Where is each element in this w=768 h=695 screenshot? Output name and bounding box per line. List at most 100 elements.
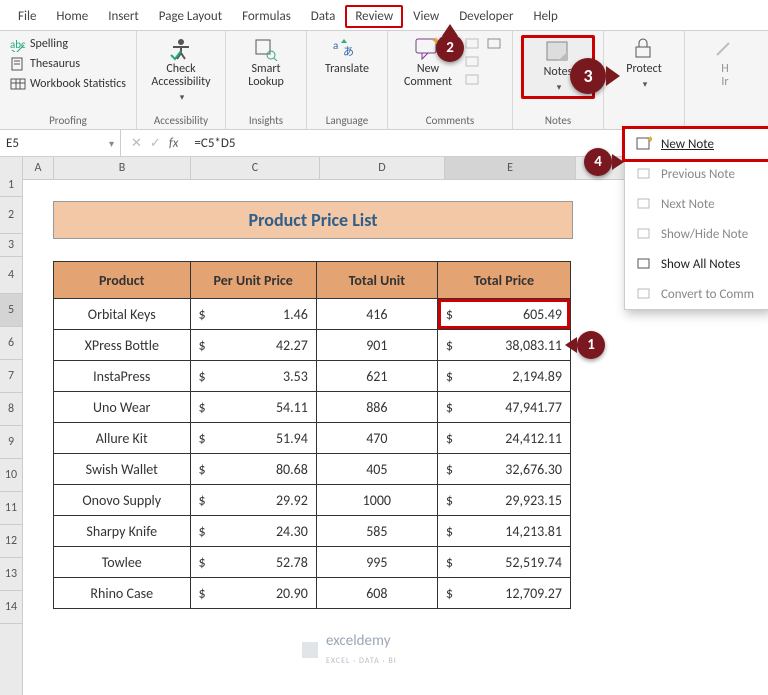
tab-home[interactable]: Home: [46, 5, 98, 28]
workbook-stats-button[interactable]: Workbook Statistics: [8, 75, 128, 93]
cell-total-unit[interactable]: 608: [316, 578, 437, 609]
cell-per-unit[interactable]: $29.92: [190, 485, 316, 516]
cell-total-unit[interactable]: 886: [316, 392, 437, 423]
next-comment-icon[interactable]: [464, 73, 480, 89]
group-accessibility: Check Accessibility Accessibility: [137, 31, 226, 129]
cell-total-unit[interactable]: 1000: [316, 485, 437, 516]
protect-button[interactable]: Protect: [612, 35, 676, 91]
translate-button[interactable]: aあ Translate: [315, 35, 379, 76]
cell-total-price[interactable]: $2,194.89: [437, 361, 570, 392]
title-cell[interactable]: Product Price List: [53, 201, 573, 239]
cell-per-unit[interactable]: $51.94: [190, 423, 316, 454]
show-comments-icon[interactable]: [486, 37, 502, 53]
cancel-icon[interactable]: ✕: [131, 136, 142, 151]
prev-comment-icon[interactable]: [464, 55, 480, 71]
col-E[interactable]: E: [445, 157, 576, 179]
cell-product[interactable]: Swish Wallet: [54, 454, 191, 485]
delete-comment-icon[interactable]: [464, 37, 480, 53]
new-comment-label: New Comment: [404, 63, 452, 89]
row-10[interactable]: 10: [0, 459, 22, 492]
cell-total-unit[interactable]: 585: [316, 516, 437, 547]
cell-per-unit[interactable]: $80.68: [190, 454, 316, 485]
cell-per-unit[interactable]: $24.30: [190, 516, 316, 547]
tab-data[interactable]: Data: [301, 5, 346, 28]
tab-formulas[interactable]: Formulas: [232, 5, 301, 28]
col-B[interactable]: B: [54, 157, 191, 179]
enter-icon[interactable]: ✓: [150, 136, 161, 151]
tab-page-layout[interactable]: Page Layout: [149, 5, 232, 28]
header-total-price[interactable]: Total Price: [437, 262, 570, 299]
cell-total-price[interactable]: $38,083.11: [437, 330, 570, 361]
translate-icon: aあ: [332, 37, 362, 61]
cell-product[interactable]: Allure Kit: [54, 423, 191, 454]
table-row: Towlee$52.78995$52,519.74: [54, 547, 571, 578]
header-product[interactable]: Product: [54, 262, 191, 299]
col-C[interactable]: C: [191, 157, 320, 179]
col-A[interactable]: A: [23, 157, 54, 179]
cell-total-unit[interactable]: 470: [316, 423, 437, 454]
protect-icon: [629, 37, 659, 61]
table-row: XPress Bottle$42.27901$38,083.11: [54, 330, 571, 361]
row-8[interactable]: 8: [0, 393, 22, 426]
overflow-button[interactable]: HIr: [693, 35, 757, 89]
cell-per-unit[interactable]: $3.53: [190, 361, 316, 392]
tab-file[interactable]: File: [8, 5, 46, 28]
name-box[interactable]: E5: [0, 130, 121, 156]
header-total-unit[interactable]: Total Unit: [316, 262, 437, 299]
cell-product[interactable]: Sharpy Knife: [54, 516, 191, 547]
thesaurus-button[interactable]: Thesaurus: [8, 55, 128, 73]
row-4[interactable]: 4: [0, 257, 22, 294]
cell-product[interactable]: Onovo Supply: [54, 485, 191, 516]
menu-new-note[interactable]: ✦ New Note: [625, 129, 768, 159]
cell-per-unit[interactable]: $54.11: [190, 392, 316, 423]
cell-total-price[interactable]: $14,213.81: [437, 516, 570, 547]
tab-developer[interactable]: Developer: [449, 5, 523, 28]
svg-text:✦: ✦: [646, 136, 652, 146]
row-12[interactable]: 12: [0, 525, 22, 558]
row-6[interactable]: 6: [0, 327, 22, 360]
row-1[interactable]: 1: [0, 174, 22, 197]
cell-product[interactable]: Towlee: [54, 547, 191, 578]
smart-lookup-button[interactable]: Smart Lookup: [234, 35, 298, 89]
row-3[interactable]: 3: [0, 234, 22, 257]
cell-total-unit[interactable]: 995: [316, 547, 437, 578]
cells[interactable]: Product Price List Product Per Unit Pric…: [23, 179, 573, 609]
cell-total-price[interactable]: $605.49: [437, 299, 570, 330]
cell-total-price[interactable]: $47,941.77: [437, 392, 570, 423]
cell-product[interactable]: Orbital Keys: [54, 299, 191, 330]
cell-total-unit[interactable]: 405: [316, 454, 437, 485]
cell-total-price[interactable]: $32,676.30: [437, 454, 570, 485]
tab-help[interactable]: Help: [523, 5, 567, 28]
cell-product[interactable]: Rhino Case: [54, 578, 191, 609]
cell-product[interactable]: Uno Wear: [54, 392, 191, 423]
row-14[interactable]: 14: [0, 591, 22, 624]
cell-per-unit[interactable]: $42.27: [190, 330, 316, 361]
tab-review[interactable]: Review: [345, 5, 403, 28]
cell-per-unit[interactable]: $20.90: [190, 578, 316, 609]
cell-total-price[interactable]: $12,709.27: [437, 578, 570, 609]
row-2[interactable]: 2: [0, 197, 22, 234]
cell-total-unit[interactable]: 901: [316, 330, 437, 361]
menu-showall-notes[interactable]: Show All Notes: [625, 249, 768, 279]
spelling-button[interactable]: abc Spelling: [8, 35, 128, 53]
cell-product[interactable]: InstaPress: [54, 361, 191, 392]
cell-total-unit[interactable]: 621: [316, 361, 437, 392]
row-9[interactable]: 9: [0, 426, 22, 459]
row-11[interactable]: 11: [0, 492, 22, 525]
row-7[interactable]: 7: [0, 360, 22, 393]
cell-total-price[interactable]: $24,412.11: [437, 423, 570, 454]
cell-total-unit[interactable]: 416: [316, 299, 437, 330]
table-row: Uno Wear$54.11886$47,941.77: [54, 392, 571, 423]
check-accessibility-button[interactable]: Check Accessibility: [145, 35, 217, 105]
cell-total-price[interactable]: $52,519.74: [437, 547, 570, 578]
header-per-unit[interactable]: Per Unit Price: [190, 262, 316, 299]
cell-total-price[interactable]: $29,923.15: [437, 485, 570, 516]
fx-icon[interactable]: fx: [169, 136, 179, 151]
cell-product[interactable]: XPress Bottle: [54, 330, 191, 361]
col-D[interactable]: D: [320, 157, 445, 179]
cell-per-unit[interactable]: $52.78: [190, 547, 316, 578]
row-13[interactable]: 13: [0, 558, 22, 591]
tab-insert[interactable]: Insert: [98, 5, 149, 28]
cell-per-unit[interactable]: $1.46: [190, 299, 316, 330]
row-5[interactable]: 5: [0, 294, 22, 327]
